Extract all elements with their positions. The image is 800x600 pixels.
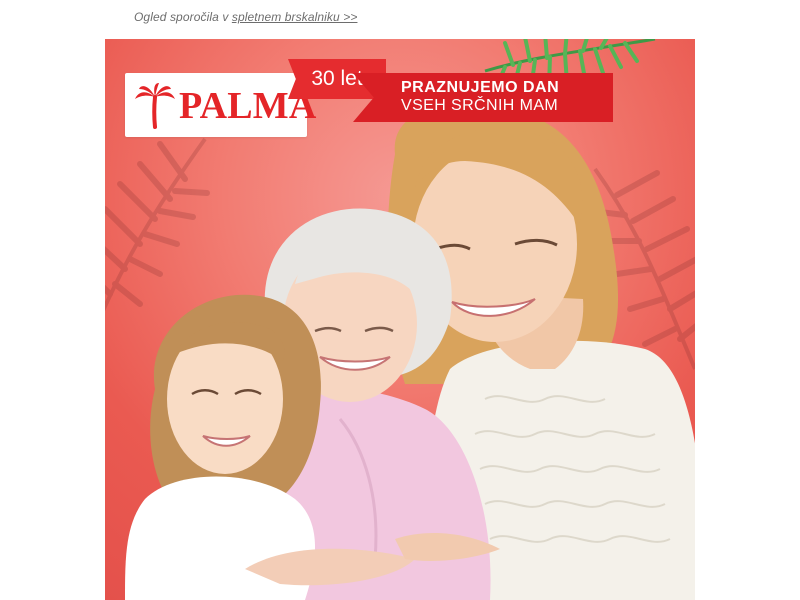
brand-logo[interactable]: PALMA: [125, 73, 316, 137]
preheader-text: Ogled sporočila v: [134, 10, 229, 24]
email-view: Ogled sporočila v spletnem brskalniku >>: [0, 0, 800, 600]
preheader: Ogled sporočila v spletnem brskalniku >>: [134, 10, 357, 24]
anniversary-text: 30 let: [311, 67, 363, 90]
view-in-browser-link[interactable]: spletnem brskalniku >>: [232, 10, 358, 24]
headline-line-1: PRAZNUJEMO DAN: [401, 79, 560, 96]
headline-ribbon: PRAZNUJEMO DAN VSEH SRČNIH MAM: [353, 73, 613, 122]
hero-banner[interactable]: PALMA 30 let PRAZNUJEMO DAN VSEH SRČNIH …: [105, 39, 695, 600]
headline-line-2: VSEH SRČNIH MAM: [401, 97, 559, 114]
palm-tree-icon: [135, 83, 175, 129]
